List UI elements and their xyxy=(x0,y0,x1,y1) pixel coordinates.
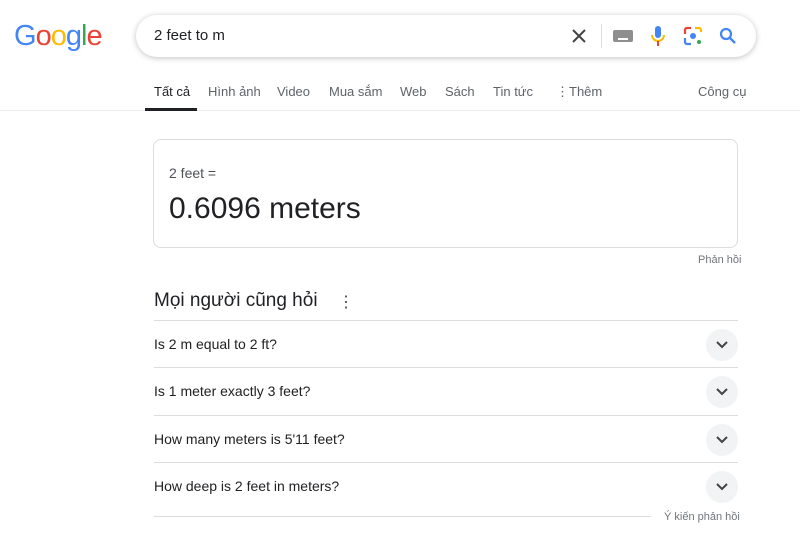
people-also-ask-title: Mọi người cũng hỏi xyxy=(154,290,318,311)
lens-icon[interactable] xyxy=(682,25,704,47)
tab-news[interactable]: Tin tức xyxy=(493,84,533,99)
active-tab-indicator xyxy=(145,108,197,111)
divider xyxy=(154,516,651,517)
clear-icon[interactable] xyxy=(568,25,590,47)
question-row[interactable]: How deep is 2 feet in meters? xyxy=(154,462,738,509)
converter-input-label: 2 feet = xyxy=(169,165,217,181)
tab-shopping[interactable]: Mua sắm xyxy=(329,84,382,99)
feedback-link[interactable]: Phản hồi xyxy=(698,254,741,266)
tab-images[interactable]: Hình ảnh xyxy=(208,84,261,99)
tab-all[interactable]: Tất cả xyxy=(154,84,190,99)
microphone-icon[interactable] xyxy=(647,25,669,47)
search-icon[interactable] xyxy=(717,25,739,47)
chevron-down-icon[interactable] xyxy=(706,329,738,361)
more-icon[interactable]: ⋮ xyxy=(556,84,569,100)
tab-video[interactable]: Video xyxy=(277,84,310,99)
keyboard-icon[interactable] xyxy=(612,25,634,47)
chevron-down-icon[interactable] xyxy=(706,424,738,456)
paa-feedback-link[interactable]: Ý kiến phản hồi xyxy=(664,511,740,523)
unit-converter-card: 2 feet = 0.6096 meters xyxy=(153,139,738,248)
question-text: How deep is 2 feet in meters? xyxy=(154,478,340,494)
chevron-down-icon[interactable] xyxy=(706,471,738,503)
chevron-down-icon[interactable] xyxy=(706,376,738,408)
tab-books[interactable]: Sách xyxy=(445,84,475,99)
question-row[interactable]: Is 1 meter exactly 3 feet? xyxy=(154,367,738,414)
divider xyxy=(601,24,602,48)
more-options-icon[interactable]: ⋮ xyxy=(338,292,354,312)
tab-more[interactable]: Thêm xyxy=(569,84,602,99)
question-text: Is 1 meter exactly 3 feet? xyxy=(154,383,311,399)
question-row[interactable]: How many meters is 5'11 feet? xyxy=(154,415,738,462)
search-input[interactable]: 2 feet to m xyxy=(154,27,225,44)
question-text: How many meters is 5'11 feet? xyxy=(154,431,345,447)
tools-button[interactable]: Công cụ xyxy=(698,84,746,99)
google-logo[interactable]: Google xyxy=(14,20,103,53)
question-row[interactable]: Is 2 m equal to 2 ft? xyxy=(154,320,738,367)
search-box[interactable]: 2 feet to m xyxy=(136,15,756,57)
converter-result: 0.6096 meters xyxy=(169,192,361,225)
tab-web[interactable]: Web xyxy=(400,84,427,99)
search-tabs: Tất cả Hình ảnh Video Mua sắm Web Sách T… xyxy=(0,76,800,111)
question-text: Is 2 m equal to 2 ft? xyxy=(154,336,277,352)
